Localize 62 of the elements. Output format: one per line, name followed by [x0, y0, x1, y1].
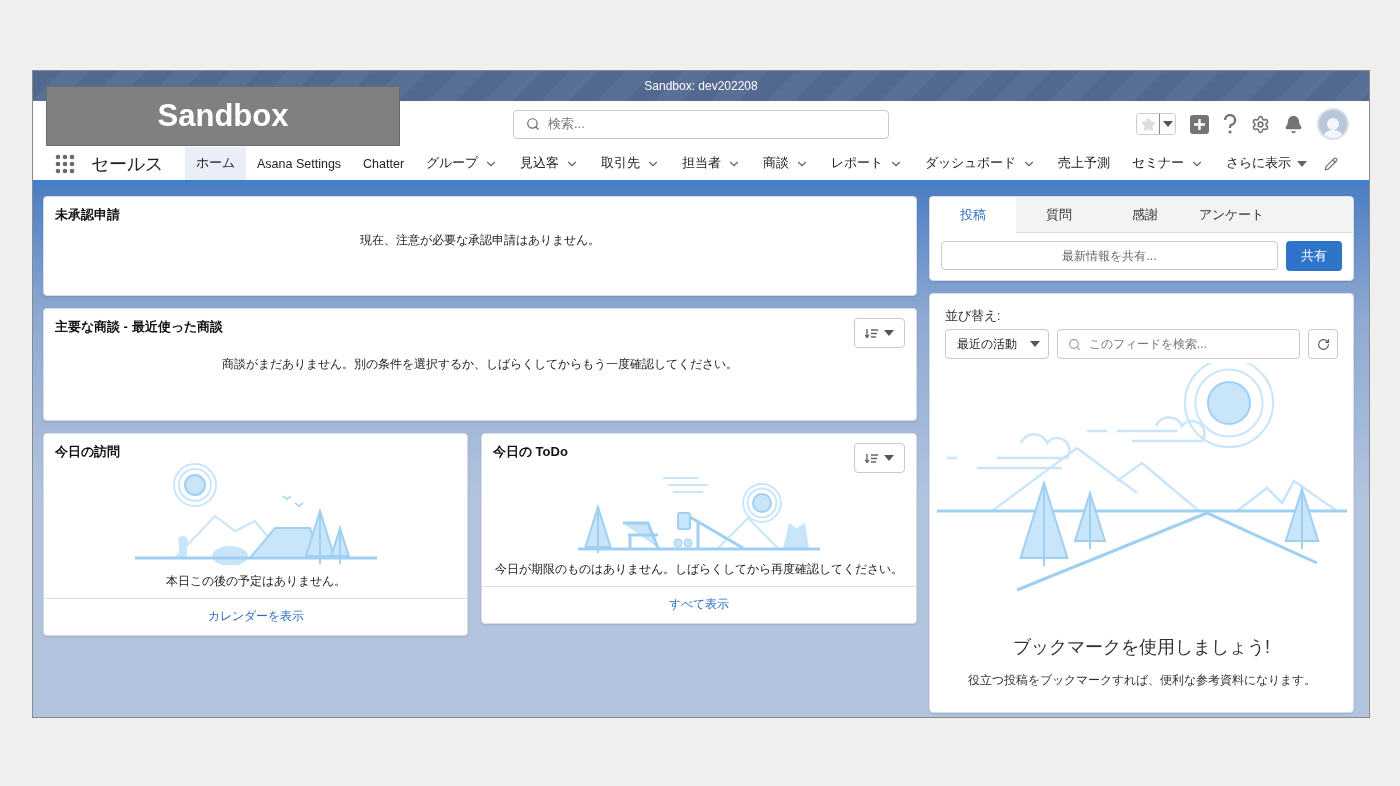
nav-tab[interactable]: 取引先 — [590, 147, 672, 180]
refresh-button[interactable] — [1308, 329, 1338, 359]
add-icon[interactable] — [1190, 114, 1209, 134]
search-icon — [526, 117, 540, 131]
nav-tab[interactable]: グループ — [415, 147, 510, 180]
card-title: 未承認申請 — [55, 206, 120, 224]
user-silhouette-icon — [1323, 116, 1343, 138]
nav-tab[interactable]: ダッシュボード — [914, 147, 1048, 180]
nav-tab[interactable]: Chatter — [352, 147, 416, 180]
post-input-field[interactable]: 最新情報を共有... — [941, 241, 1278, 270]
feed-search-field[interactable]: このフィードを検索... — [1057, 329, 1300, 359]
star-icon — [1140, 116, 1156, 132]
sandbox-label: Sandbox — [46, 86, 400, 146]
caret-icon — [1297, 160, 1308, 167]
caret-icon — [884, 330, 894, 336]
sort-icon — [865, 327, 878, 339]
search-icon — [1068, 337, 1081, 351]
nav-tab[interactable]: セミナー — [1121, 147, 1216, 180]
nav-tab[interactable]: 担当者 — [671, 147, 753, 180]
search-field[interactable]: 検索... — [513, 109, 889, 139]
empty-message: 本日この後の予定はありません。 — [164, 573, 347, 590]
caret-icon — [1162, 121, 1173, 127]
caret-icon — [1030, 341, 1040, 347]
empty-message: 現在、注意が必要な承認申請はありません。 — [359, 232, 601, 249]
sort-icon — [865, 452, 878, 464]
help-icon[interactable] — [1223, 114, 1237, 134]
calendar-link[interactable]: カレンダーを表示 — [207, 608, 304, 625]
empty-message: 商談がまだありません。別の条件を選択するか、しばらくしてからもう一度確認してください。 — [221, 356, 739, 373]
publisher-tab[interactable]: 投稿 — [930, 197, 1016, 233]
edit-icon[interactable] — [1324, 156, 1339, 171]
nav-tab[interactable]: ホーム — [185, 147, 246, 183]
nav-tab[interactable]: Asana Settings — [246, 147, 353, 180]
favorites-button[interactable] — [1136, 113, 1176, 135]
caret-icon — [884, 455, 894, 461]
empty-title: ブックマークを使用しましょう! — [1012, 636, 1271, 659]
card-title: 今日の訪問 — [55, 443, 120, 461]
nav-tab[interactable]: 商談 — [752, 147, 821, 180]
refresh-icon — [1316, 337, 1330, 351]
sort-button[interactable] — [854, 318, 905, 348]
search-placeholder: このフィードを検索... — [1089, 335, 1207, 353]
sort-select[interactable]: 最近の活動 — [945, 329, 1049, 359]
sandbox-name: Sandbox: dev202208 — [644, 79, 758, 93]
sort-button[interactable] — [854, 443, 905, 473]
empty-message: 役立つ投稿をブックマークすれば、便利な参考資料になります。 — [966, 673, 1317, 688]
share-button[interactable]: 共有 — [1286, 241, 1342, 271]
more-tab[interactable]: さらに表示 — [1215, 147, 1319, 180]
nav-tab[interactable]: レポート — [820, 147, 915, 180]
search-placeholder: 検索... — [548, 115, 585, 133]
app-launcher-icon[interactable] — [55, 153, 75, 174]
card-title: 主要な商談 - 最近使った商談 — [55, 318, 223, 336]
view-all-link[interactable]: すべて表示 — [669, 596, 729, 613]
empty-message: 今日が期限のものはありません。しばらくしてから再度確認してください。 — [494, 561, 904, 578]
notifications-icon[interactable] — [1284, 114, 1303, 134]
publisher-tab[interactable]: 感謝 — [1102, 197, 1188, 233]
app-name: セールス — [91, 152, 163, 176]
card-title: 今日の ToDo — [493, 443, 568, 461]
publisher-tab[interactable]: アンケート — [1188, 197, 1274, 233]
nav-tab[interactable]: 見込客 — [509, 147, 591, 180]
sort-label: 並び替え: — [945, 308, 1002, 325]
nav-tab[interactable]: 売上予測 — [1047, 147, 1122, 180]
settings-icon[interactable] — [1251, 114, 1270, 134]
publisher-tab[interactable]: 質問 — [1016, 197, 1102, 233]
